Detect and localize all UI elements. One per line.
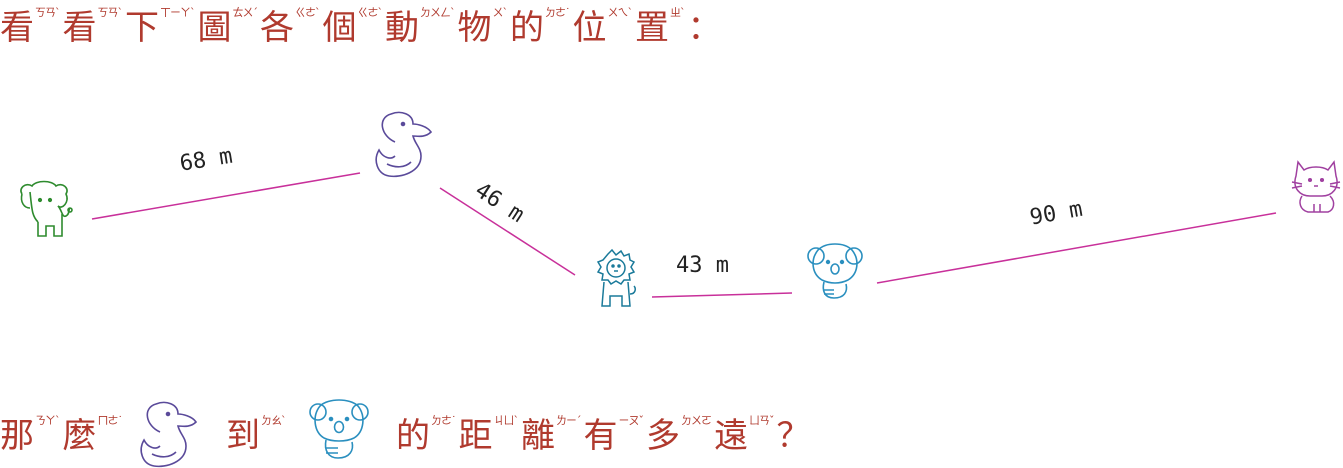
- duck-icon: [375, 111, 433, 178]
- question-zhuyin: ㄐㄩˋ: [493, 414, 519, 427]
- question-koala-icon: [309, 399, 369, 459]
- question-part-1: 那ㄋㄚˋ麼ㄇㄜ˙: [0, 408, 125, 457]
- question-char: 的: [396, 416, 430, 456]
- question-char: 距: [458, 416, 493, 456]
- question-char: 離: [521, 416, 555, 456]
- elephant-icon: [20, 180, 73, 237]
- question-zhuyin: ㄉㄠˋ: [261, 414, 286, 427]
- question-zhuyin: ㄌㄧˊ: [556, 414, 581, 427]
- question-char: 遠: [714, 416, 748, 456]
- question-char: 有: [583, 416, 618, 456]
- route-koala-cat: [876, 212, 1277, 284]
- question-char: 那: [0, 416, 34, 456]
- route-lion-koala: [651, 292, 793, 298]
- question-zhuyin: ㄉㄜ˙: [431, 414, 456, 427]
- question-duck-icon: [140, 401, 198, 468]
- question-part-3: 的ㄉㄜ˙距ㄐㄩˋ離ㄌㄧˊ有ㄧㄡˇ多ㄉㄨㄛ遠ㄩㄢˇ？: [396, 408, 811, 457]
- question-zhuyin: ㄋㄚˋ: [35, 414, 60, 427]
- lion-icon: [596, 248, 636, 307]
- question-zhuyin: ㄉㄨㄛ: [681, 414, 712, 427]
- question-zhuyin: ㄧㄡˇ: [618, 414, 644, 427]
- route-elephant-duck: [91, 172, 361, 220]
- question-zhuyin: ㄇㄜ˙: [97, 414, 123, 427]
- question-char: 麼: [62, 416, 97, 456]
- question-char: 到: [226, 416, 260, 456]
- question-mark: ？: [776, 416, 811, 456]
- question-part-2: 到ㄉㄠˋ: [226, 408, 289, 457]
- question-char: 多: [646, 416, 680, 456]
- question-zhuyin: ㄩㄢˇ: [749, 414, 774, 427]
- cat-icon: [1291, 160, 1341, 213]
- koala-icon: [807, 243, 863, 299]
- distance-label-lion-koala: 43 m: [676, 253, 729, 278]
